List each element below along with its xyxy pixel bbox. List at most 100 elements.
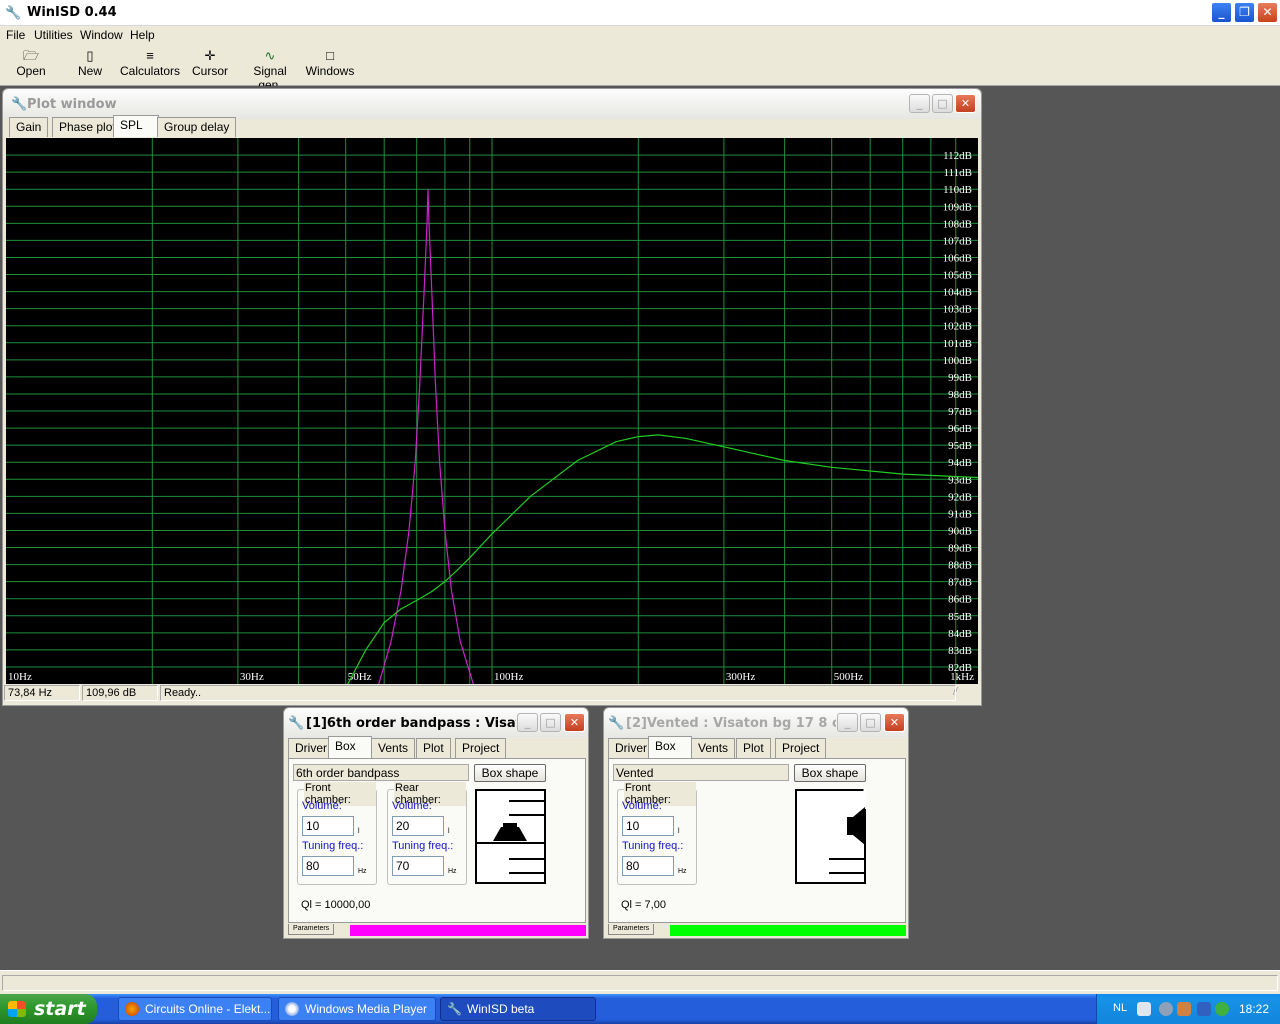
- y-tick-label: 90dB: [948, 525, 972, 537]
- box2-tab-bar: Driver Box Vents Plot Project: [608, 736, 904, 758]
- front-volume-input[interactable]: 10: [622, 816, 674, 836]
- task-label: Windows Media Player: [305, 1002, 428, 1016]
- box2-minimize-button[interactable]: _: [837, 713, 858, 732]
- taskbar: start Circuits Online - Elekt... Windows…: [0, 994, 1280, 1024]
- winisd-icon: 🔧: [447, 1002, 462, 1016]
- spl-plot-area[interactable]: 112dB 111dB 110dB 109dB 108dB 107dB 106dB 105dB…: [6, 138, 979, 685]
- menu-help[interactable]: Help: [130, 28, 155, 42]
- plot-maximize-button[interactable]: □: [932, 94, 953, 113]
- rear-tuning-input[interactable]: 70: [392, 856, 444, 876]
- winisd-icon: 🔧: [608, 715, 625, 730]
- tab-plot[interactable]: Plot: [416, 738, 451, 758]
- tab-gain[interactable]: Gain: [9, 117, 49, 137]
- y-tick-label: 104dB: [943, 287, 972, 299]
- box1-maximize-button[interactable]: □: [540, 713, 561, 732]
- box1-close-button[interactable]: ✕: [564, 713, 585, 732]
- start-button[interactable]: start: [0, 994, 97, 1024]
- plot-close-button[interactable]: ✕: [955, 94, 976, 113]
- parameters-tab[interactable]: Parameters: [608, 924, 655, 935]
- main-status-bar: [0, 970, 1280, 994]
- signal-gen-button[interactable]: ∿ Signal gen.: [240, 48, 300, 92]
- front-tuning-input[interactable]: 80: [302, 856, 354, 876]
- volume-label: Volume:: [302, 800, 342, 812]
- volume-label: Volume:: [622, 800, 662, 812]
- menu-file[interactable]: File: [6, 28, 25, 42]
- y-tick-label: 109dB: [943, 201, 972, 213]
- windows-logo-icon: [8, 1001, 26, 1017]
- tab-project[interactable]: Project: [775, 738, 827, 758]
- parameters-tab[interactable]: Parameters: [288, 924, 335, 935]
- clock[interactable]: 18:22: [1239, 1002, 1269, 1016]
- messenger-icon[interactable]: [1215, 1002, 1229, 1016]
- box2-close-button[interactable]: ✕: [884, 713, 905, 732]
- box-window-2: 🔧 [2]Vented : Visaton bg 17 8 ohm _ □ ✕ …: [603, 707, 909, 939]
- tab-spl[interactable]: SPL: [113, 115, 159, 137]
- close-button[interactable]: ✕: [1257, 2, 1278, 23]
- menu-window[interactable]: Window: [80, 28, 123, 42]
- tab-box[interactable]: Box: [648, 736, 692, 758]
- keyboard-icon[interactable]: [1137, 1002, 1151, 1016]
- open-button[interactable]: 🗁 Open: [10, 48, 52, 84]
- calculators-button[interactable]: ≡ Calculators: [120, 48, 180, 84]
- restore-button[interactable]: ❐: [1234, 2, 1255, 23]
- y-tick-label: 100dB: [943, 355, 972, 367]
- windows-button[interactable]: □ Windows: [305, 48, 355, 84]
- front-chamber-group: Front chamber: Volume: 10 l Tuning freq.…: [297, 782, 377, 885]
- tuning-label: Tuning freq.:: [622, 840, 684, 852]
- front-tuning-input[interactable]: 80: [622, 856, 674, 876]
- y-tick-label: 106dB: [943, 252, 972, 264]
- ql-value: Ql = 10000,00: [301, 899, 371, 911]
- minimize-button[interactable]: _: [1211, 2, 1232, 23]
- box-type-field: 6th order bandpass: [293, 764, 469, 781]
- tab-box[interactable]: Box: [328, 736, 372, 758]
- firefox-icon: [125, 1002, 139, 1016]
- language-indicator[interactable]: NL: [1113, 1002, 1127, 1014]
- calculators-label: Calculators: [120, 64, 181, 78]
- chevron-left-icon[interactable]: [1159, 1002, 1173, 1016]
- y-tick-label: 83dB: [948, 645, 972, 657]
- task-winisd[interactable]: 🔧 WinISD beta: [440, 997, 596, 1021]
- winisd-icon: 🔧: [288, 715, 305, 730]
- new-label: New: [77, 64, 102, 78]
- menu-utilities[interactable]: Utilities: [34, 28, 73, 42]
- plot-color-swatch[interactable]: [350, 925, 586, 936]
- status-message: Ready..: [160, 685, 956, 701]
- plot-minimize-button[interactable]: _: [909, 94, 930, 113]
- front-chamber-group: Front chamber: Volume: 10 l Tuning freq.…: [617, 782, 697, 885]
- task-firefox[interactable]: Circuits Online - Elekt...: [118, 997, 272, 1021]
- toolbar: 🗁 Open ▯ New ≡ Calculators ✛ Cursor ∿ Si…: [0, 46, 1280, 92]
- box-shape-button[interactable]: Box shape: [474, 764, 546, 782]
- box-window-1-title-bar[interactable]: 🔧 [1]6th order bandpass : Visato... _ □ …: [284, 708, 588, 738]
- x-tick-label: 10Hz: [8, 671, 32, 683]
- tuning-unit: Hz: [358, 868, 367, 875]
- box-window-2-title-bar[interactable]: 🔧 [2]Vented : Visaton bg 17 8 ohm _ □ ✕: [604, 708, 908, 738]
- network-icon[interactable]: [1177, 1002, 1191, 1016]
- tab-project[interactable]: Project: [455, 738, 507, 758]
- security-icon[interactable]: [1197, 1002, 1211, 1016]
- y-tick-label: 99dB: [948, 372, 972, 384]
- plot-color-swatch[interactable]: [670, 925, 906, 936]
- task-media-player[interactable]: Windows Media Player: [278, 997, 436, 1021]
- volume-label: Volume:: [392, 800, 432, 812]
- x-tick-label: 30Hz: [240, 671, 264, 683]
- box1-tab-panel: 6th order bandpass Box shape Front chamb…: [288, 758, 586, 923]
- tab-plot[interactable]: Plot: [736, 738, 771, 758]
- cursor-button[interactable]: ✛ Cursor: [190, 48, 230, 84]
- y-tick-label: 92dB: [948, 491, 972, 503]
- bandpass-box-diagram: [475, 789, 546, 884]
- tuning-label: Tuning freq.:: [392, 840, 454, 852]
- y-tick-label: 88dB: [948, 560, 972, 572]
- box-window-1: 🔧 [1]6th order bandpass : Visato... _ □ …: [283, 707, 589, 939]
- new-button[interactable]: ▯ New: [70, 48, 110, 84]
- box-window-1-title: [1]6th order bandpass : Visato...: [306, 716, 516, 731]
- box-shape-button[interactable]: Box shape: [794, 764, 866, 782]
- box-type-field: Vented: [613, 764, 789, 781]
- rear-volume-input[interactable]: 20: [392, 816, 444, 836]
- tab-group-delay[interactable]: Group delay: [157, 117, 237, 137]
- box2-maximize-button[interactable]: □: [860, 713, 881, 732]
- box1-minimize-button[interactable]: _: [517, 713, 538, 732]
- front-volume-input[interactable]: 10: [302, 816, 354, 836]
- cursor-crosshair-icon: ✛: [204, 48, 216, 63]
- tab-vents[interactable]: Vents: [371, 738, 416, 758]
- tab-vents[interactable]: Vents: [691, 738, 736, 758]
